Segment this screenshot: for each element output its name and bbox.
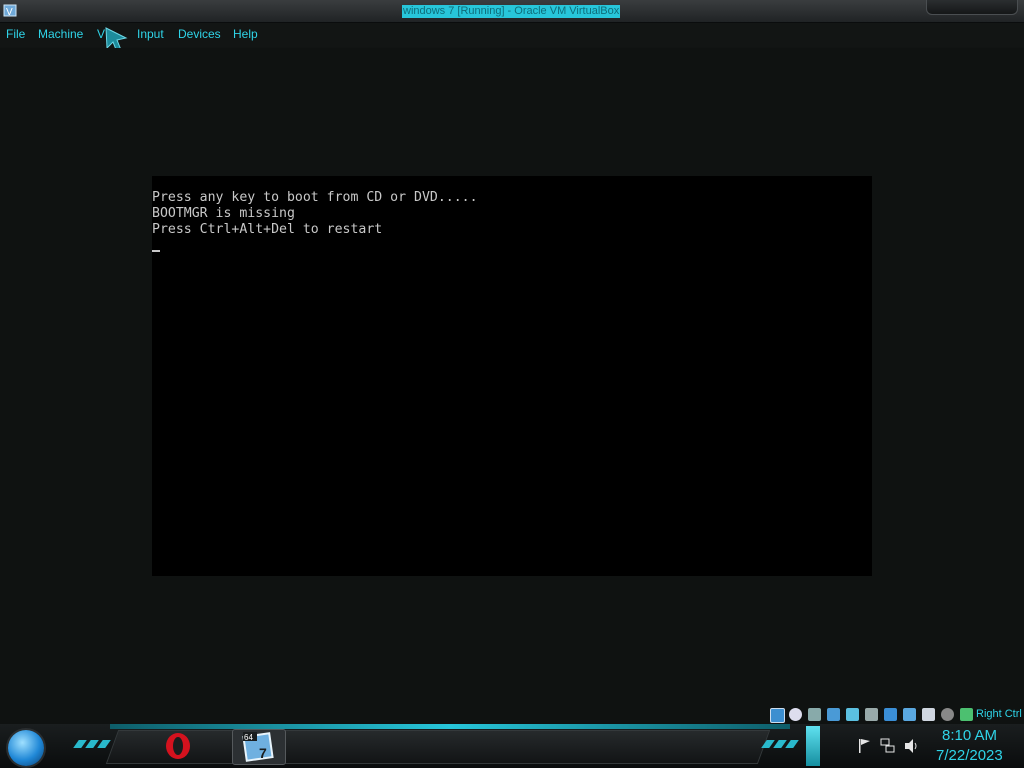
virtualbox-taskbar-button[interactable]: 64 7 [232, 729, 286, 765]
network-icon[interactable] [827, 708, 840, 721]
window-controls[interactable] [926, 0, 1018, 15]
vbox-badge-text: 64 [244, 733, 253, 742]
console-line: BOOTMGR is missing [152, 206, 295, 221]
clock-date[interactable]: 7/22/2023 [936, 747, 1003, 764]
cpu-icon[interactable] [922, 708, 935, 721]
tray-slider[interactable] [806, 726, 820, 766]
optical-drive-icon[interactable] [789, 708, 802, 721]
volume-icon[interactable] [904, 738, 920, 754]
virtualbox-icon: 64 7 [242, 732, 274, 762]
menu-input[interactable]: Input [137, 27, 164, 41]
console-cursor [152, 250, 160, 252]
clock-time[interactable]: 8:10 AM [942, 727, 997, 744]
title-bar: V windows 7 [Running] - Oracle VM Virtua… [0, 0, 1024, 23]
usb-icon[interactable] [846, 708, 859, 721]
audio-icon[interactable] [808, 708, 821, 721]
vm-console-screen[interactable]: Press any key to boot from CD or DVD....… [152, 176, 872, 576]
host-key-label: Right Ctrl [976, 708, 1022, 720]
mouse-integration-icon[interactable] [941, 708, 954, 721]
action-center-flag-icon[interactable] [858, 738, 872, 754]
menu-machine[interactable]: Machine [38, 27, 83, 41]
taskbar-panel [105, 730, 771, 764]
opera-icon[interactable] [164, 731, 192, 761]
window-title: windows 7 [Running] - Oracle VM VirtualB… [402, 5, 621, 18]
menu-file[interactable]: File [6, 27, 25, 41]
svg-text:V: V [6, 7, 13, 18]
shared-folders-icon[interactable] [865, 708, 878, 721]
start-button[interactable] [8, 730, 44, 766]
taskbar-accent-strip [110, 724, 790, 729]
network-icon[interactable] [880, 738, 896, 754]
menu-bar: File Machine V Input Devices Help [0, 23, 1024, 47]
hard-disk-icon[interactable] [770, 708, 785, 723]
menu-devices[interactable]: Devices [178, 27, 221, 41]
console-line: Press Ctrl+Alt+Del to restart [152, 222, 383, 237]
keyboard-icon[interactable] [960, 708, 973, 721]
display-icon[interactable] [884, 708, 897, 721]
vbox-version-text: 7 [259, 745, 267, 761]
console-line: Press any key to boot from CD or DVD....… [152, 190, 478, 205]
virtualbox-app-icon[interactable]: V [3, 3, 18, 18]
menu-help[interactable]: Help [233, 27, 258, 41]
recording-icon[interactable] [903, 708, 916, 721]
